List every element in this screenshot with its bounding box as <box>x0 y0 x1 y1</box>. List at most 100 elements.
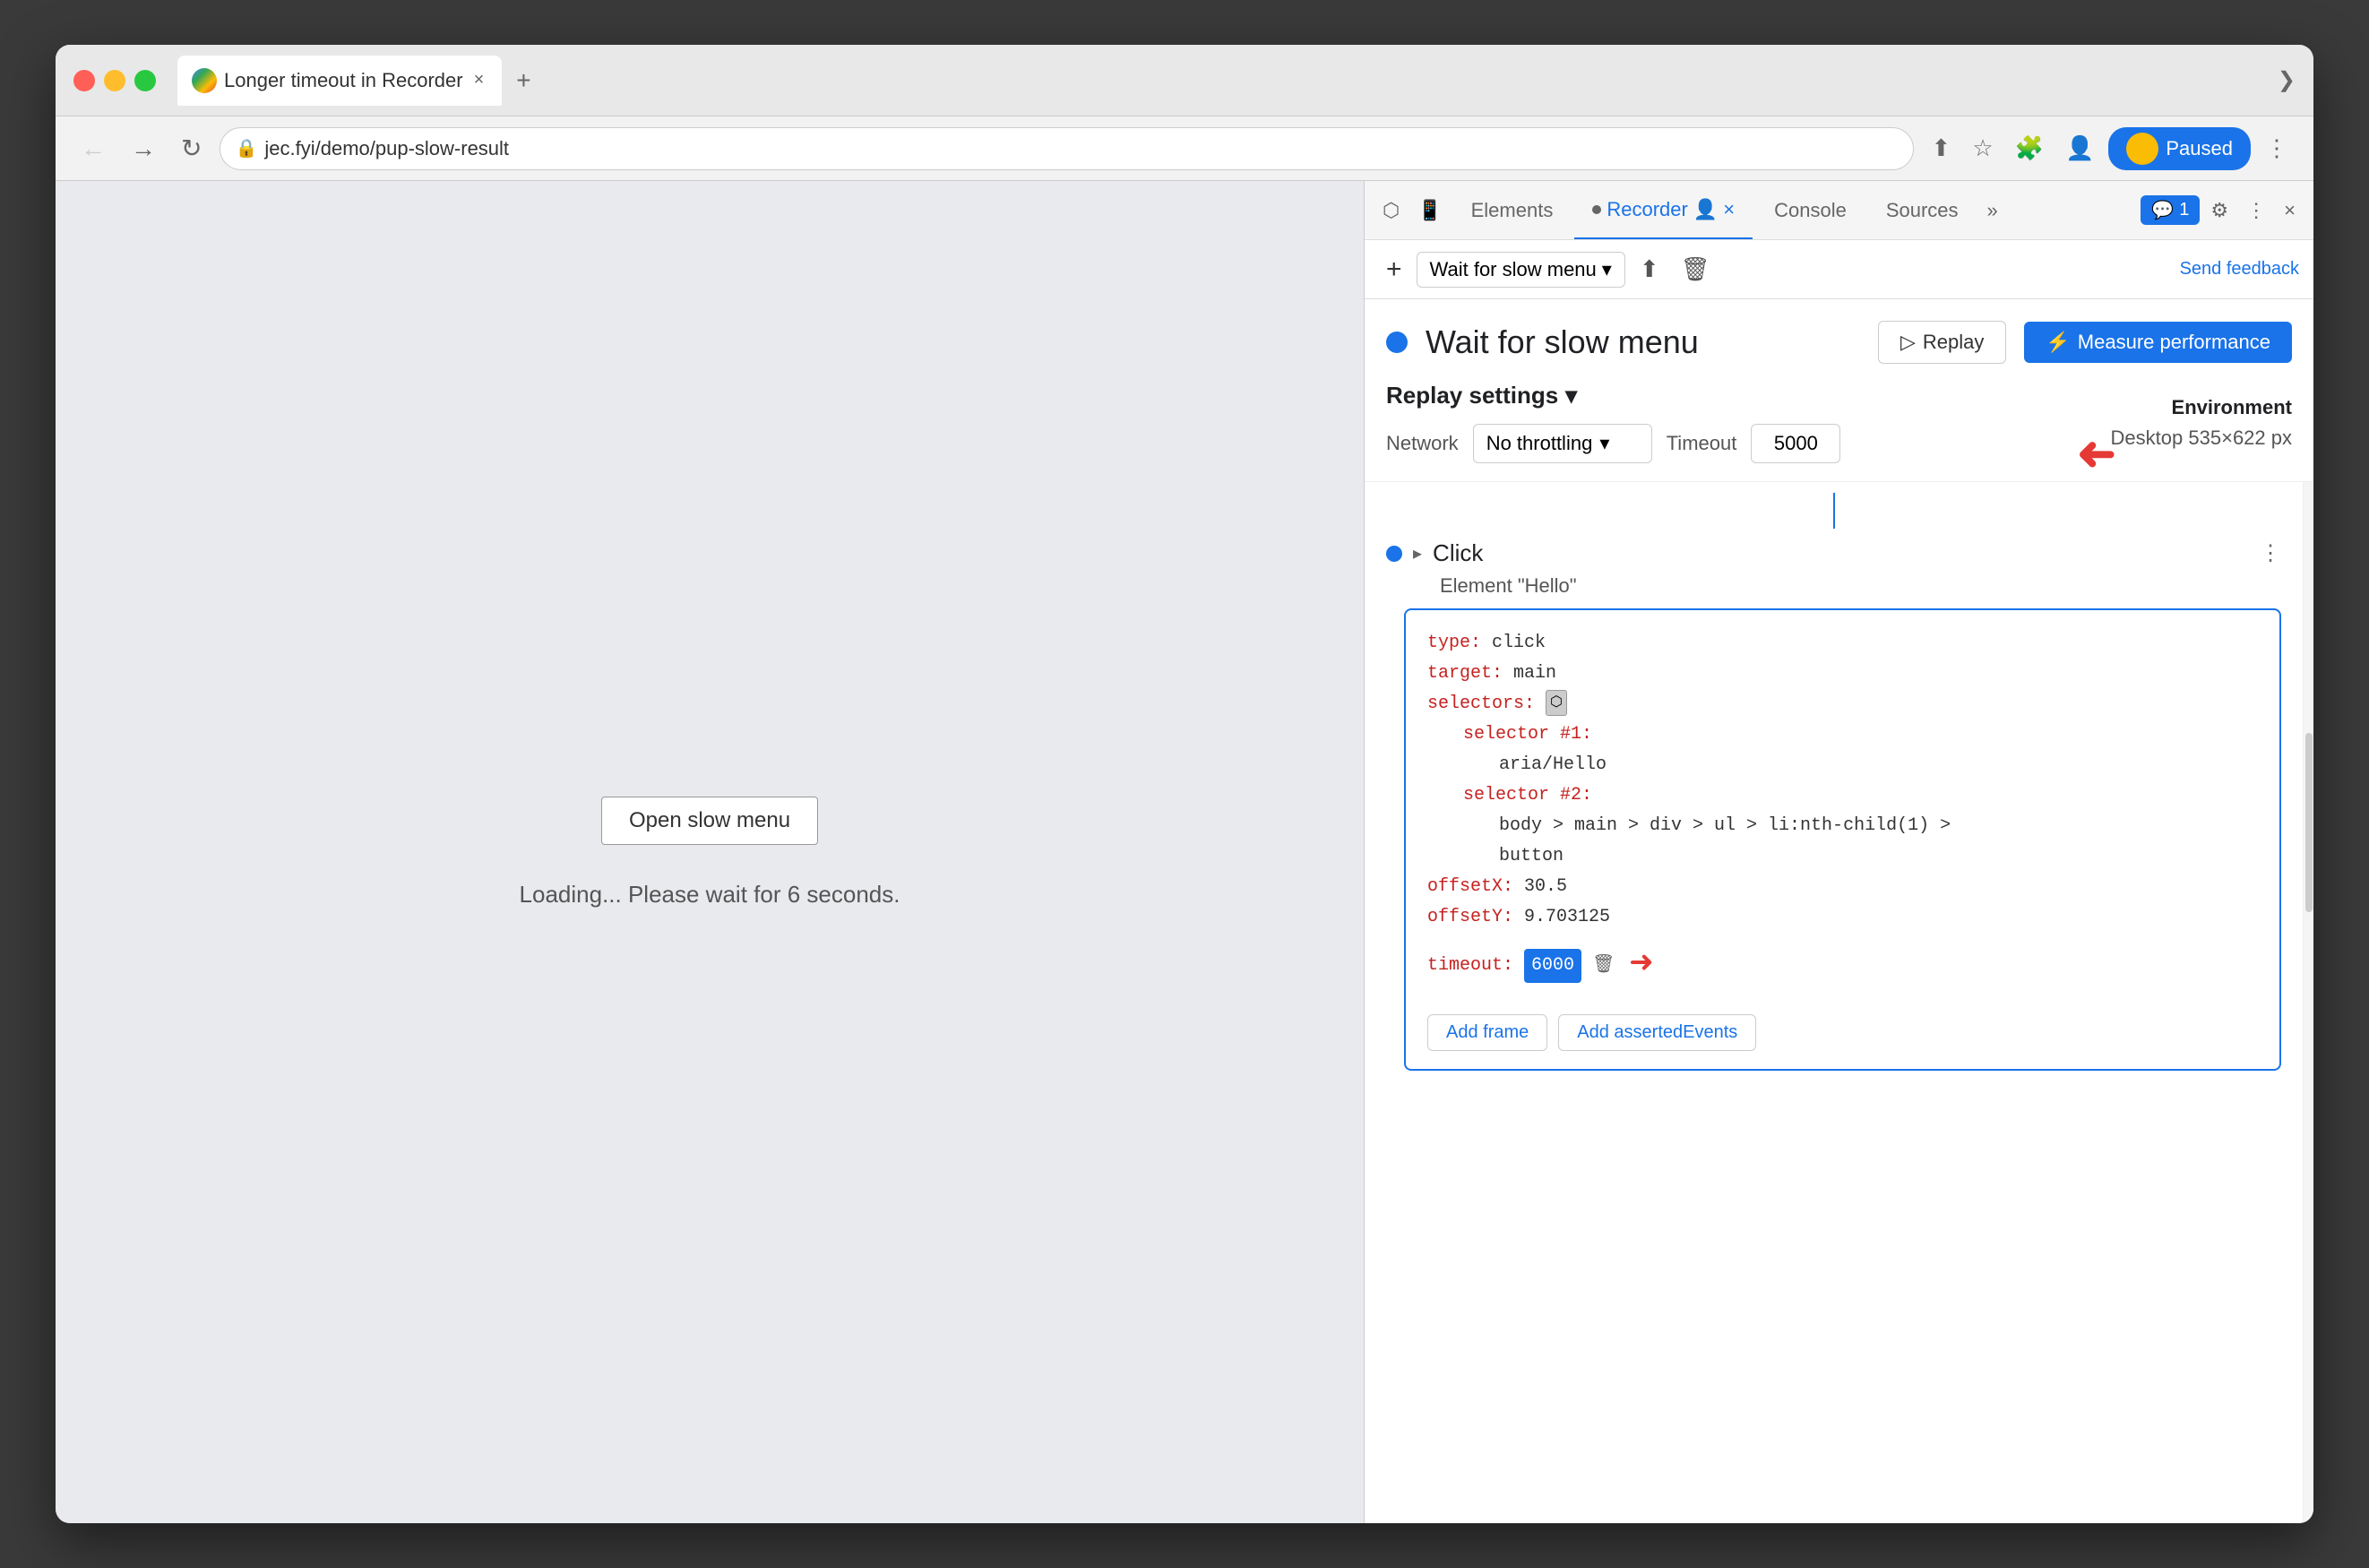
step-click: ▸ Click ⋮ Element "Hello" type: click <box>1365 529 2303 1081</box>
type-key: type: <box>1427 633 1481 653</box>
add-recording-button[interactable]: + <box>1379 251 1409 289</box>
timeout-input[interactable] <box>1751 424 1840 463</box>
scrollbar[interactable] <box>2303 482 2313 1523</box>
export-recording-button[interactable]: ⬆ <box>1632 252 1667 287</box>
network-throttling-dropdown[interactable]: No throttling ▾ <box>1473 424 1652 463</box>
fullscreen-button[interactable] <box>134 70 156 91</box>
selector-icon: ⬡ <box>1546 690 1567 716</box>
recorder-tab-label: Recorder <box>1607 198 1687 221</box>
step-more-button[interactable]: ⋮ <box>2260 540 2281 566</box>
code-offsetX-line: offsetX: 30.5 <box>1427 872 2258 902</box>
recording-name-dropdown[interactable]: Wait for slow menu ▾ <box>1417 252 1625 288</box>
forward-button[interactable]: → <box>124 131 163 167</box>
scrollbar-thumb <box>2305 733 2313 912</box>
steps-list: ▸ Click ⋮ Element "Hello" type: click <box>1365 482 2303 1523</box>
devtools-panel: ⬡ 📱 Elements Recorder 👤 × Console Source… <box>1364 181 2313 1523</box>
delete-recording-button[interactable]: 🗑 <box>1674 252 1718 287</box>
selector1-val: aria/Hello <box>1499 754 1607 775</box>
recording-name-label: Wait for slow menu <box>1430 258 1597 281</box>
add-frame-button[interactable]: Add frame <box>1427 1014 1547 1051</box>
replay-settings-left: Replay settings ▾ Network No throttling … <box>1386 382 2089 463</box>
more-tabs-icon[interactable]: » <box>1980 194 2005 228</box>
devtools-more-icon[interactable]: ⋮ <box>2239 194 2273 228</box>
recording-header: Wait for slow menu ▷ Replay ⚡ Measure pe… <box>1365 299 2313 364</box>
offsetY-key: offsetY: <box>1427 907 1513 927</box>
new-tab-button[interactable]: + <box>509 63 538 99</box>
close-button[interactable] <box>73 70 95 91</box>
devtools-settings-icon[interactable]: ⚙ <box>2203 194 2235 228</box>
code-selector1-val-line: aria/Hello <box>1427 750 2258 780</box>
open-slow-menu-button[interactable]: Open slow menu <box>601 797 818 845</box>
step-expand-icon[interactable]: ▸ <box>1413 542 1422 564</box>
share-icon[interactable]: ⬆ <box>1925 129 1959 168</box>
elements-tab-label: Elements <box>1471 199 1554 222</box>
extensions-icon[interactable]: 🧩 <box>2008 129 2051 168</box>
network-value: No throttling <box>1486 432 1593 455</box>
replay-label: Replay <box>1923 331 1984 354</box>
selector2-val: body > main > div > ul > li:nth-child(1)… <box>1499 815 1951 836</box>
recording-active-dot <box>1386 332 1408 353</box>
device-toolbar-icon[interactable]: 📱 <box>1410 194 1449 228</box>
measure-label: Measure performance <box>2078 331 2270 354</box>
devtools-close-icon[interactable]: × <box>2277 194 2303 228</box>
code-selector2-val2-line: button <box>1427 841 2258 872</box>
offsetX-val: 30.5 <box>1524 876 1567 897</box>
devtools-actions: 💬 1 ⚙ ⋮ × <box>2141 194 2303 228</box>
replay-icon: ▷ <box>1900 331 1916 354</box>
red-arrow-timeout-icon: ➜ <box>2077 428 2116 482</box>
steps-area: ▸ Click ⋮ Element "Hello" type: click <box>1365 482 2313 1523</box>
tab-elements[interactable]: Elements <box>1453 181 1572 239</box>
minimize-button[interactable] <box>104 70 125 91</box>
reload-button[interactable]: ↻ <box>174 130 209 167</box>
replay-settings-chevron-icon: ▾ <box>1565 382 1577 409</box>
network-label: Network <box>1386 432 1459 455</box>
code-timeout-line: timeout: 6000 🗑 ➜ <box>1427 933 2258 1000</box>
toolbar-actions: ⬆ ☆ 🧩 👤 Paused ⋮ <box>1925 127 2296 170</box>
tab-title: Longer timeout in Recorder <box>224 69 463 92</box>
code-offsetY-line: offsetY: 9.703125 <box>1427 902 2258 933</box>
chat-button[interactable]: 💬 1 <box>2141 195 2200 225</box>
bookmark-icon[interactable]: ☆ <box>1965 129 2000 168</box>
inspect-element-icon[interactable]: ⬡ <box>1375 194 1407 228</box>
replay-settings-label: Replay settings <box>1386 382 1558 409</box>
replay-button[interactable]: ▷ Replay <box>1878 321 2006 364</box>
active-tab[interactable]: Longer timeout in Recorder × <box>177 56 502 106</box>
replay-settings-title[interactable]: Replay settings ▾ <box>1386 382 2089 409</box>
selector2-val2: button <box>1499 846 1564 866</box>
devtools-body: Wait for slow menu ▷ Replay ⚡ Measure pe… <box>1365 299 2313 1523</box>
tab-chevron-icon[interactable]: ❯ <box>2278 67 2296 93</box>
tab-console[interactable]: Console <box>1756 181 1865 239</box>
step-line-top <box>1833 493 1835 529</box>
security-icon: 🔒 <box>235 137 257 159</box>
avatar <box>2126 133 2158 165</box>
replay-settings-section: Replay settings ▾ Network No throttling … <box>1365 364 2313 482</box>
send-feedback-link[interactable]: Send feedback <box>2180 259 2299 280</box>
settings-row: Network No throttling ▾ Timeout <box>1386 424 2089 463</box>
traffic-lights <box>73 70 156 91</box>
environment-size: 535×622 px <box>2188 426 2292 449</box>
browser-more-icon[interactable]: ⋮ <box>2258 129 2296 168</box>
tab-close-button[interactable]: × <box>470 68 488 92</box>
measure-performance-button[interactable]: ⚡ Measure performance <box>2024 322 2292 363</box>
step-code-block: type: click target: main selectors: ⬡ <box>1404 608 2281 1071</box>
address-bar[interactable]: 🔒 jec.fyi/demo/pup-slow-result <box>220 127 1913 170</box>
timeout-delete-icon[interactable]: 🗑 <box>1592 951 1615 981</box>
tab-recorder[interactable]: Recorder 👤 × <box>1574 181 1753 239</box>
paused-button[interactable]: Paused <box>2108 127 2251 170</box>
environment-section: Environment Desktop 535×622 px <box>2111 396 2292 450</box>
profile-icon[interactable]: 👤 <box>2058 129 2101 168</box>
paused-label: Paused <box>2166 137 2233 160</box>
tab-sources[interactable]: Sources <box>1868 181 1977 239</box>
code-selector2-line: selector #2: <box>1427 780 2258 811</box>
back-button[interactable]: ← <box>73 131 113 167</box>
recorder-tab-close-icon[interactable]: × <box>1723 198 1735 221</box>
code-actions: Add frame Add assertedEvents <box>1427 1014 2258 1051</box>
browser-page: Open slow menu Loading... Please wait fo… <box>56 181 1364 1523</box>
step-header: ▸ Click ⋮ <box>1386 539 2281 567</box>
timeout-code-key: timeout: <box>1427 951 1513 981</box>
offsetX-key: offsetX: <box>1427 876 1513 897</box>
dropdown-chevron-icon: ▾ <box>1602 258 1612 281</box>
network-dropdown-icon: ▾ <box>1599 432 1609 455</box>
add-asserted-events-button[interactable]: Add assertedEvents <box>1558 1014 1756 1051</box>
environment-name: Desktop <box>2111 426 2184 449</box>
